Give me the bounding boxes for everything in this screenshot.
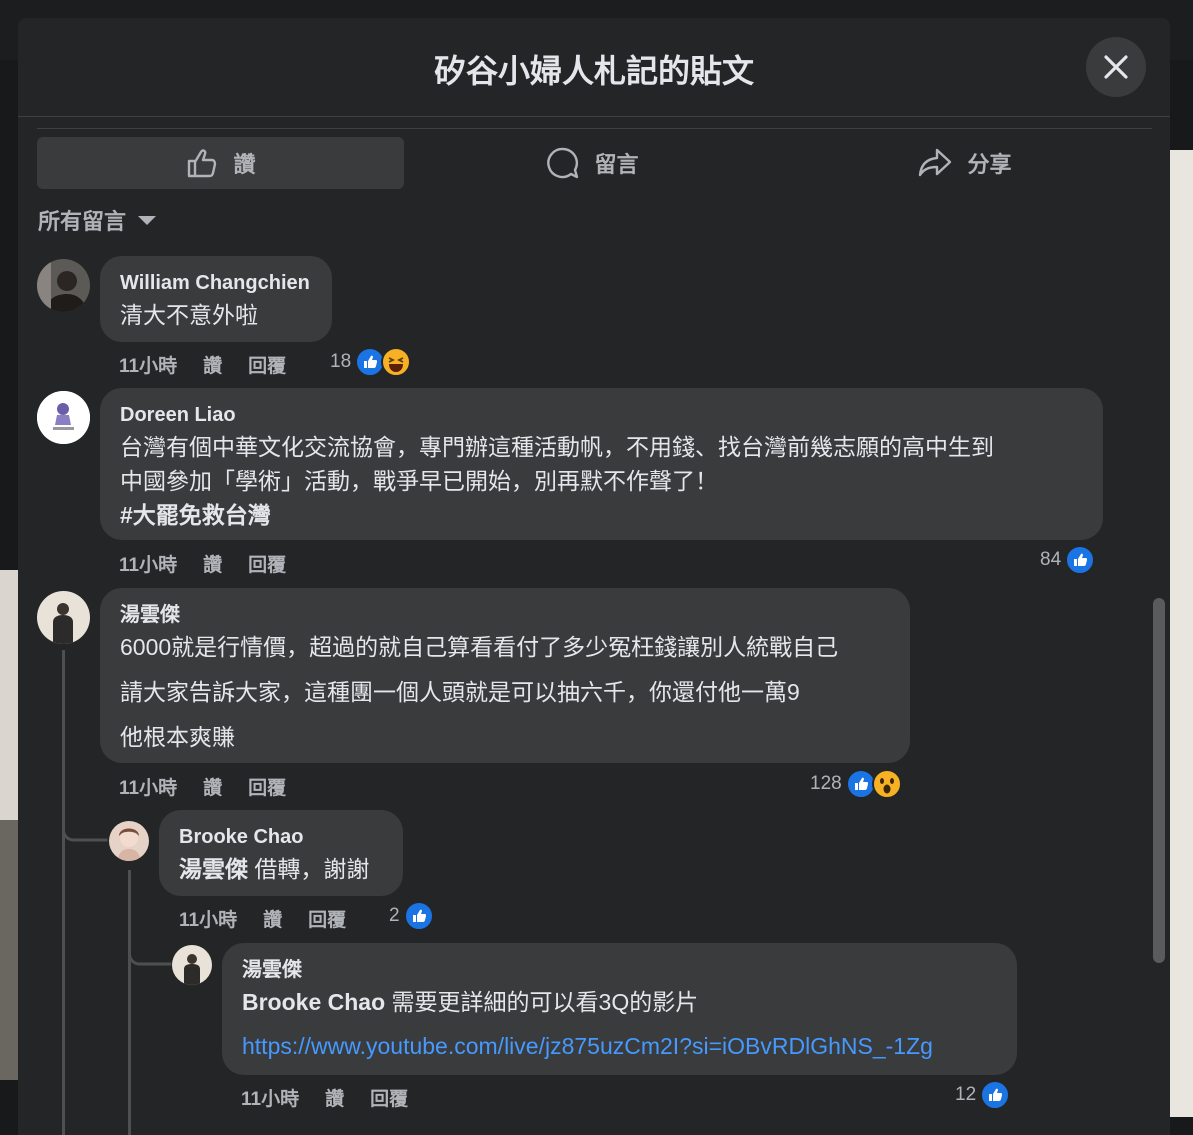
avatar[interactable] — [37, 259, 90, 312]
reply-timestamp[interactable]: 11小時 — [179, 905, 237, 932]
comment-reply-link[interactable]: 回覆 — [248, 773, 286, 800]
comment-action-button[interactable]: 留言 — [409, 137, 776, 189]
reaction-count: 18 — [330, 351, 352, 372]
thread-line — [128, 870, 131, 1135]
comment-meta: 11小時 讚 回覆 — [119, 773, 312, 800]
reply-reply-link[interactable]: 回覆 — [308, 905, 346, 932]
comment-like-link[interactable]: 讚 — [203, 351, 222, 378]
wow-emoji-icon — [871, 769, 902, 799]
reply-text: 借轉，謝謝 — [248, 856, 370, 882]
comment-text-line: 中國參加「學術」活動，戰爭早已開始，別再默不作聲了！ — [120, 468, 718, 494]
post-dialog: 矽谷小婦人札記的貼文 讚 留言 分享 所有留言 William Changchi… — [18, 18, 1170, 1135]
avatar[interactable] — [37, 391, 90, 444]
close-button[interactable] — [1086, 37, 1146, 97]
reaction-summary[interactable]: 128 — [810, 769, 902, 799]
close-icon — [1104, 55, 1128, 79]
comment-bubble: 湯雲傑 6000就是行情價，超過的就自己算看看付了多少冤枉錢讓別人統戰自己 請大… — [100, 588, 910, 763]
comment-bubble: Doreen Liao 台灣有個中華文化交流協會，專門辦這種活動帆，不用錢、找台… — [100, 388, 1103, 540]
reaction-count: 2 — [389, 905, 400, 926]
comment-like-link[interactable]: 讚 — [203, 773, 222, 800]
thumbs-up-icon — [188, 149, 217, 178]
like-reaction-icon — [980, 1080, 1011, 1110]
comment-filter-dropdown[interactable]: 所有留言 — [38, 204, 157, 236]
background-page-right — [1170, 150, 1193, 1117]
share-action-label: 分享 — [967, 152, 1012, 177]
background-page-left-image — [0, 820, 18, 1080]
comment-author[interactable]: Doreen Liao — [120, 400, 1083, 430]
reply-like-link[interactable]: 讚 — [263, 905, 282, 932]
comment-author[interactable]: 湯雲傑 — [120, 600, 890, 630]
like-reaction-icon — [403, 901, 434, 931]
post-action-bar: 讚 留言 分享 — [37, 128, 1152, 189]
thread-line — [62, 650, 65, 1135]
like-action-button[interactable]: 讚 — [37, 137, 404, 189]
mention-link[interactable]: 湯雲傑 — [179, 856, 248, 882]
reply-bubble: Brooke Chao 湯雲傑 借轉，謝謝 — [159, 810, 403, 896]
reply-like-link[interactable]: 讚 — [325, 1084, 344, 1111]
reaction-count: 84 — [1040, 549, 1062, 570]
avatar[interactable] — [109, 821, 149, 861]
comment-bubble: William Changchien 清大不意外啦 — [100, 256, 332, 342]
comment-filter-label: 所有留言 — [38, 209, 127, 234]
user-photo-icon — [37, 391, 90, 444]
hashtag-link[interactable]: #大罷免救台灣 — [120, 498, 1083, 532]
comment-reply-link[interactable]: 回覆 — [248, 351, 286, 378]
comment-author[interactable]: William Changchien — [120, 268, 312, 298]
reply-reply-link[interactable]: 回覆 — [370, 1084, 408, 1111]
scrollbar-thumb[interactable] — [1153, 598, 1165, 963]
comment-reply-link[interactable]: 回覆 — [248, 550, 286, 577]
reaction-summary[interactable]: 84 — [1040, 545, 1096, 575]
mention-link[interactable]: Brooke Chao — [242, 989, 385, 1015]
reaction-summary[interactable]: 12 — [955, 1080, 1011, 1110]
reaction-summary[interactable]: 18 — [330, 347, 412, 377]
like-reaction-icon — [1065, 545, 1096, 575]
comment-timestamp[interactable]: 11小時 — [119, 550, 177, 577]
caret-down-icon — [138, 215, 157, 225]
avatar[interactable] — [37, 591, 90, 644]
reaction-count: 128 — [810, 773, 842, 794]
comment-action-label: 留言 — [594, 152, 639, 177]
user-photo-icon — [109, 821, 149, 861]
comment-bubble-icon — [547, 147, 579, 179]
comment-text-line: 台灣有個中華文化交流協會，專門辦這種活動帆，不用錢、找台灣前幾志願的高中生到 — [120, 434, 994, 460]
comment-text: 清大不意外啦 — [120, 302, 258, 328]
like-action-label: 讚 — [233, 152, 256, 177]
dialog-header: 矽谷小婦人札記的貼文 — [18, 18, 1170, 117]
user-photo-icon — [37, 591, 90, 644]
reply-meta: 11小時 讚 回覆 — [241, 1084, 434, 1111]
comment-text-line: 6000就是行情價，超過的就自己算看看付了多少冤枉錢讓別人統戰自己 — [120, 634, 839, 660]
reply-author[interactable]: 湯雲傑 — [242, 955, 997, 985]
avatar[interactable] — [172, 945, 212, 985]
dialog-title: 矽谷小婦人札記的貼文 — [433, 53, 754, 89]
reply-bubble: 湯雲傑 Brooke Chao 需要更詳細的可以看3Q的影片 https://w… — [222, 943, 1017, 1075]
user-photo-icon — [37, 259, 90, 312]
comment-timestamp[interactable]: 11小時 — [119, 351, 177, 378]
user-photo-icon — [172, 945, 212, 985]
laugh-emoji-icon — [381, 347, 412, 377]
reply-timestamp[interactable]: 11小時 — [241, 1084, 299, 1111]
reaction-summary[interactable]: 2 — [389, 901, 434, 931]
comment-meta: 11小時 讚 回覆 — [119, 351, 312, 378]
reply-author[interactable]: Brooke Chao — [179, 822, 383, 852]
comment-meta: 11小時 讚 回覆 — [119, 550, 312, 577]
youtube-link[interactable]: https://www.youtube.com/live/jz875uzCm2I… — [242, 1029, 997, 1063]
reaction-count: 12 — [955, 1084, 977, 1105]
reply-meta: 11小時 讚 回覆 — [179, 905, 372, 932]
comment-timestamp[interactable]: 11小時 — [119, 773, 177, 800]
reply-text: 需要更詳細的可以看3Q的影片 — [385, 989, 699, 1015]
comment-text-line: 他根本爽賺 — [120, 724, 235, 750]
share-arrow-icon — [919, 148, 952, 177]
comment-text-line: 請大家告訴大家，這種團一個人頭就是可以抽六千，你還付他一萬9 — [120, 679, 800, 705]
comment-like-link[interactable]: 讚 — [203, 550, 222, 577]
share-action-button[interactable]: 分享 — [781, 137, 1148, 189]
thread-connector — [128, 946, 172, 966]
thread-connector — [62, 818, 108, 842]
